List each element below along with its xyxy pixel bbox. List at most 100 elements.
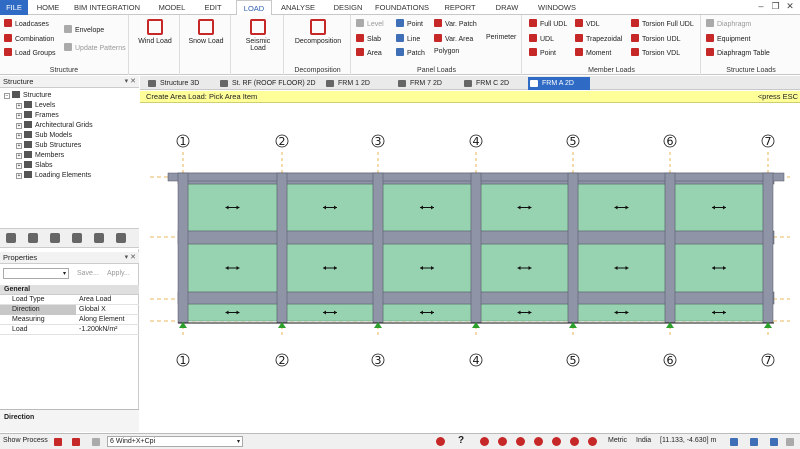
lock-icon[interactable] xyxy=(94,233,104,243)
menu-windows[interactable]: WINDOWS xyxy=(534,0,580,15)
tree-item-sub-structures[interactable]: + Sub Structures xyxy=(16,141,81,151)
snap-icon[interactable] xyxy=(730,438,738,446)
area-load-button[interactable]: Area xyxy=(356,48,382,57)
column[interactable] xyxy=(372,172,384,324)
trapezoidal-button[interactable]: Trapezoidal xyxy=(575,34,622,43)
column[interactable] xyxy=(276,172,288,324)
udl-button[interactable]: UDL xyxy=(529,34,554,43)
level-load-button[interactable]: Level xyxy=(356,19,384,28)
expand-icon[interactable]: + xyxy=(16,143,22,149)
property-row-load[interactable]: Load -1.200kN/m² xyxy=(0,325,139,335)
tree-item-levels[interactable]: + Levels xyxy=(16,101,55,111)
property-row-measuring[interactable]: Measuring Along Element xyxy=(0,315,139,325)
load-display-icon[interactable] xyxy=(54,438,62,446)
line-load-button[interactable]: Line xyxy=(396,34,420,43)
loadcases-button[interactable]: Loadcases xyxy=(4,19,49,28)
close-icon[interactable]: ✕ xyxy=(784,1,796,12)
tab-roof-floor-2d[interactable]: St. RF (ROOF FLOOR) 2D xyxy=(218,77,316,90)
polygon-button[interactable]: Polygon xyxy=(434,48,459,55)
menu-home[interactable]: HOME xyxy=(32,0,64,15)
update-patterns-button[interactable]: Update Patterns xyxy=(64,43,126,52)
frame-drawing[interactable]: 11223344556677 xyxy=(140,104,800,433)
menu-bim-integration[interactable]: BIM INTEGRATION xyxy=(66,0,148,15)
menu-load[interactable]: LOAD xyxy=(236,0,272,16)
expand-icon[interactable]: + xyxy=(16,133,22,139)
column[interactable] xyxy=(470,172,482,324)
moment-button[interactable]: Moment xyxy=(575,48,611,57)
stop-icon[interactable] xyxy=(552,437,561,446)
stop-icon[interactable] xyxy=(480,437,489,446)
expand-icon[interactable]: + xyxy=(16,153,22,159)
torsion-full-udl-button[interactable]: Torsion Full UDL xyxy=(631,19,694,28)
properties-selector[interactable]: ▾ xyxy=(3,268,69,279)
expand-icon[interactable]: + xyxy=(16,163,22,169)
equipment-button[interactable]: Equipment xyxy=(706,34,750,43)
load-toggle-icon[interactable] xyxy=(72,438,80,446)
menu-file[interactable]: FILE xyxy=(0,0,28,15)
load-icon[interactable] xyxy=(72,233,82,243)
tree-item-loading-elements[interactable]: + Loading Elements xyxy=(16,171,91,181)
properties-panel-controls[interactable]: ▾ ✕ xyxy=(125,252,136,264)
diaphragm-button[interactable]: Diaphragm xyxy=(706,19,751,28)
expand-icon[interactable]: + xyxy=(16,103,22,109)
menu-edit[interactable]: EDIT xyxy=(196,0,230,15)
stop-icon[interactable] xyxy=(570,437,579,446)
apply-button[interactable]: Apply... xyxy=(107,270,130,277)
menu-model[interactable]: MODEL xyxy=(152,0,192,15)
slab-load-button[interactable]: Slab xyxy=(356,34,381,43)
stop-icon[interactable] xyxy=(588,437,597,446)
snow-load-button[interactable]: Snow Load xyxy=(187,19,225,45)
grid-snap-icon[interactable] xyxy=(770,438,778,446)
stop-icon[interactable] xyxy=(534,437,543,446)
tree-item-members[interactable]: + Members xyxy=(16,151,64,161)
restore-icon[interactable]: ❐ xyxy=(769,1,781,12)
member-point-button[interactable]: Point xyxy=(529,48,556,57)
properties-section-general[interactable]: General xyxy=(0,285,139,295)
seismic-load-button[interactable]: Seismic Load xyxy=(240,19,276,52)
expand-icon[interactable]: + xyxy=(16,123,22,129)
wind-load-button[interactable]: Wind Load xyxy=(138,19,172,45)
perimeter-button[interactable]: Perimeter xyxy=(486,34,516,41)
tree-item-sub-models[interactable]: + Sub Models xyxy=(16,131,72,141)
expand-icon[interactable]: + xyxy=(16,173,22,179)
column[interactable] xyxy=(177,172,189,324)
tree-item-slabs[interactable]: + Slabs xyxy=(16,161,53,171)
tab-frm-7-2d[interactable]: FRM 7 2D xyxy=(396,77,442,90)
column[interactable] xyxy=(567,172,579,324)
frame-icon[interactable] xyxy=(50,233,60,243)
save-button[interactable]: Save... xyxy=(77,270,99,277)
menu-design[interactable]: DESIGN xyxy=(328,0,368,15)
stop-icon[interactable] xyxy=(498,437,507,446)
patch-load-button[interactable]: Patch xyxy=(396,48,425,57)
diaphragm-table-button[interactable]: Diaphragm Table xyxy=(706,48,770,57)
units-label[interactable]: Metric xyxy=(608,437,627,444)
tab-frm-a-2d[interactable]: FRM A 2D xyxy=(528,77,590,90)
globe-icon[interactable] xyxy=(28,233,38,243)
structure-panel-controls[interactable]: ▾ ✕ xyxy=(125,76,136,88)
var-area-button[interactable]: Var. Area xyxy=(434,34,473,43)
error-icon[interactable] xyxy=(436,437,445,446)
tree-item-frames[interactable]: + Frames xyxy=(16,111,59,121)
ortho-icon[interactable] xyxy=(750,438,758,446)
tree-item-architectural-grids[interactable]: + Architectural Grids xyxy=(16,121,93,131)
property-row-direction[interactable]: Direction Global X xyxy=(0,305,139,315)
full-udl-button[interactable]: Full UDL xyxy=(529,19,567,28)
settings-icon[interactable] xyxy=(786,438,794,446)
loadcase-select[interactable]: 6 Wind+X+Cpi ▾ xyxy=(107,436,243,447)
stop-icon[interactable] xyxy=(516,437,525,446)
tab-structure-3d[interactable]: Structure 3D xyxy=(146,77,199,90)
show-process-label[interactable]: Show Process xyxy=(3,437,48,444)
menu-report[interactable]: REPORT xyxy=(440,0,480,15)
torsion-vdl-button[interactable]: Torsion VDL xyxy=(631,48,680,57)
combination-button[interactable]: Combination xyxy=(4,34,54,43)
vdl-button[interactable]: VDL xyxy=(575,19,600,28)
point-load-button[interactable]: Point xyxy=(396,19,423,28)
loadcase-icon[interactable] xyxy=(92,438,100,446)
menu-analyse[interactable]: ANALYSE xyxy=(278,0,318,15)
tree-item-structure[interactable]: − Structure xyxy=(4,91,51,101)
tab-frm-1-2d[interactable]: FRM 1 2D xyxy=(324,77,370,90)
torsion-udl-button[interactable]: Torsion UDL xyxy=(631,34,681,43)
expand-icon[interactable]: + xyxy=(16,113,22,119)
tab-frm-c-2d[interactable]: FRM C 2D xyxy=(462,77,509,90)
envelope-button[interactable]: Envelope xyxy=(64,25,104,34)
